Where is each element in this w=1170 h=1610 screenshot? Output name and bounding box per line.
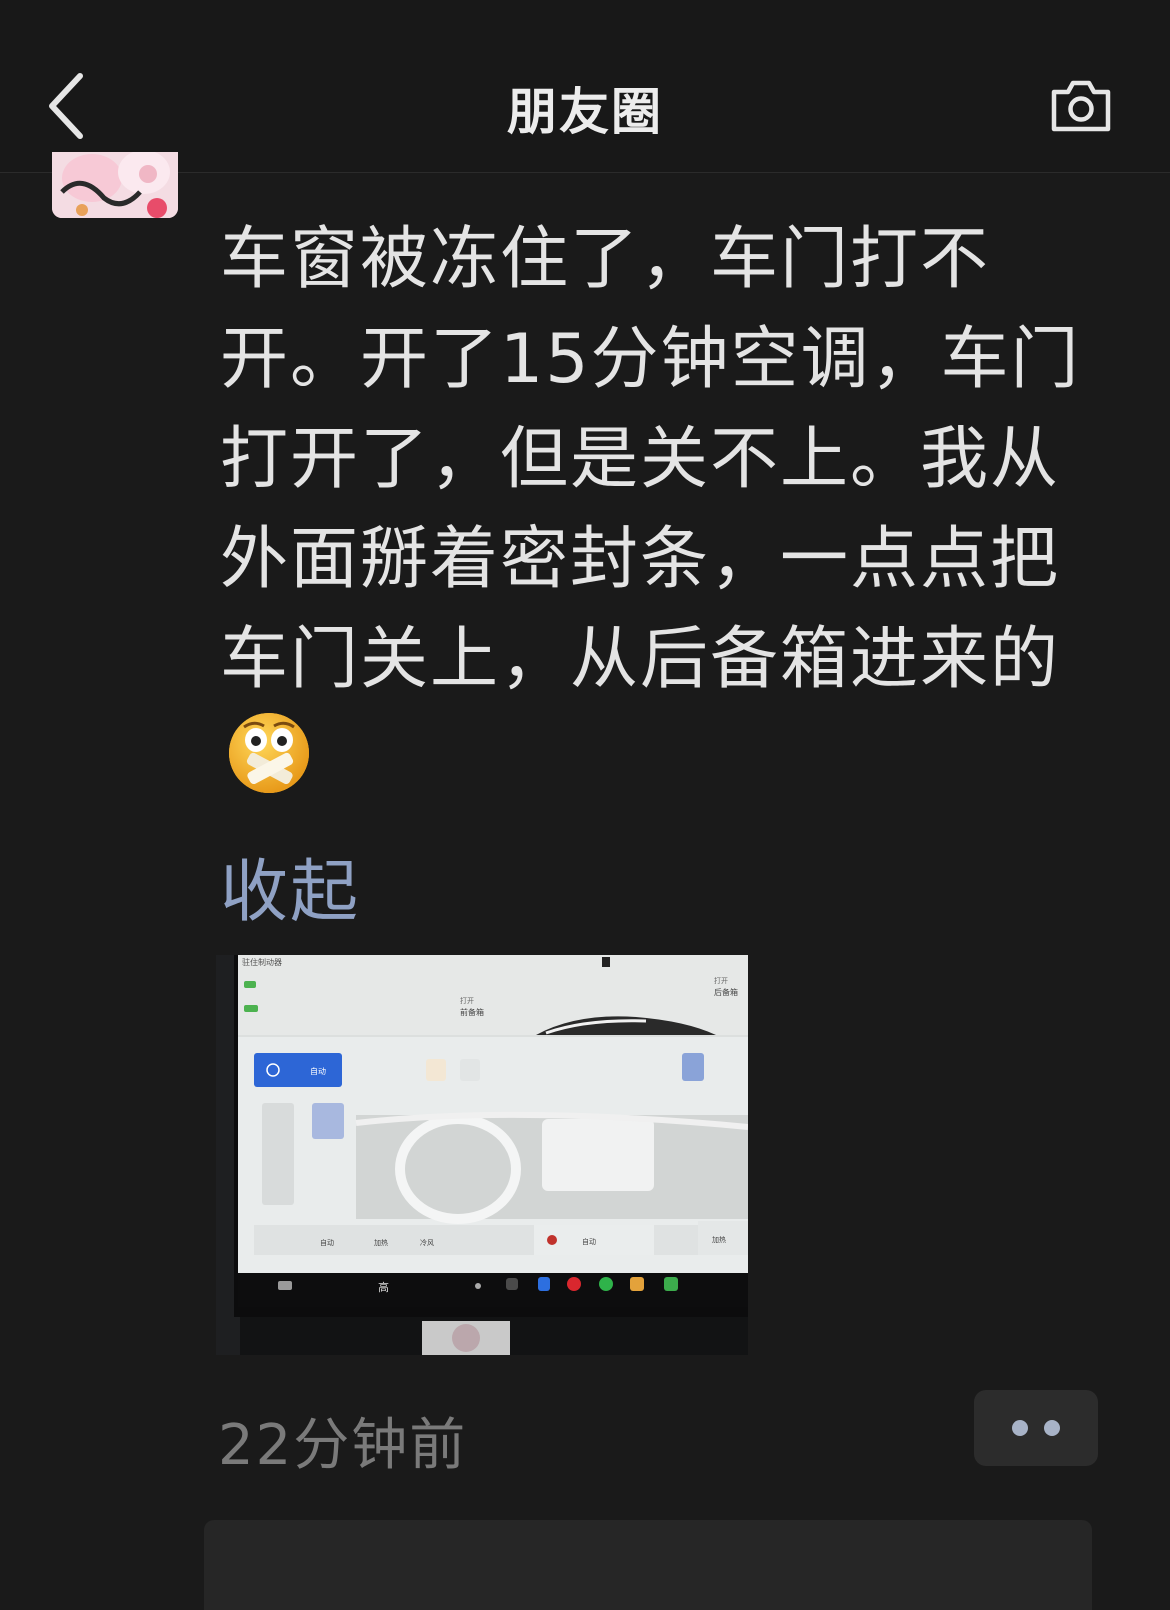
collapse-link[interactable]: 收起 <box>220 836 360 935</box>
post-text: 车窗被冻住了，车门打不开。开了15分钟空调，车门打开了，但是关不上。我从外面掰着… <box>220 220 1081 699</box>
photo-status-text: 驻住制动器 <box>242 957 282 967</box>
camera-icon <box>1051 80 1111 132</box>
post-content: 车窗被冻住了，车门打不开。开了15分钟空调，车门打开了，但是关不上。我从外面掰着… <box>220 210 1100 810</box>
photo-bottom-heat2: 加热 <box>712 1235 726 1244</box>
avatar[interactable] <box>52 152 178 218</box>
car-screen-photo: 驻住制动器 打开 前备箱 打开 后备箱 自动 自动 加热 冷风 自动 加热 高 <box>216 955 748 1355</box>
more-actions-button[interactable] <box>974 1390 1098 1466</box>
photo-power-label: 自动 <box>310 1066 326 1076</box>
page-title: 朋友圈 <box>507 83 663 141</box>
photo-bottom-heat: 加热 <box>374 1238 388 1247</box>
likes-comments-area <box>204 1520 1092 1610</box>
photo-bottom-cool: 冷风 <box>420 1238 434 1247</box>
camera-button[interactable] <box>1048 76 1114 136</box>
dot-icon <box>1012 1420 1028 1436</box>
photo-bottom-auto: 自动 <box>320 1238 334 1247</box>
photo-frunk-top: 打开 <box>460 996 474 1005</box>
top-nav-bar: 朋友圈 <box>0 0 1170 173</box>
photo-rear-label: 后备箱 <box>714 987 738 997</box>
photo-frunk-label: 前备箱 <box>460 1007 484 1017</box>
post-time: 22分钟前 <box>218 1413 468 1478</box>
avatar-image <box>52 152 178 218</box>
shocked-face-emoji-icon <box>226 710 312 796</box>
post-photo[interactable]: 驻住制动器 打开 前备箱 打开 后备箱 自动 自动 加热 冷风 自动 加热 高 <box>216 955 748 1355</box>
photo-rear-top: 打开 <box>714 976 728 985</box>
photo-fan-label: 高 <box>378 1280 389 1294</box>
dot-icon <box>1044 1420 1060 1436</box>
photo-bottom-auto2: 自动 <box>582 1237 596 1246</box>
